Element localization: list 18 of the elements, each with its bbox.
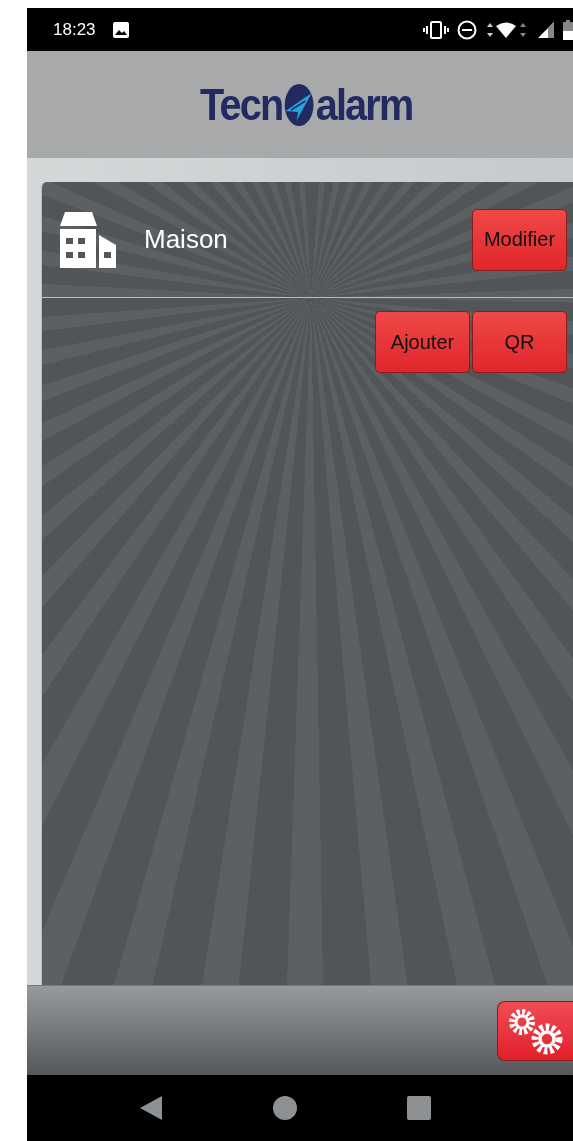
vibrate-icon xyxy=(423,20,449,39)
settings-button[interactable] xyxy=(497,1000,573,1061)
battery-icon xyxy=(563,19,573,40)
clock-time: 18:23 xyxy=(53,19,96,40)
do-not-disturb-icon xyxy=(457,19,477,40)
wifi-icon xyxy=(485,20,529,39)
image-icon xyxy=(111,20,130,39)
site-name: Maison xyxy=(144,224,228,255)
home-icon[interactable] xyxy=(273,1096,297,1120)
house-icon xyxy=(58,211,116,268)
back-icon[interactable] xyxy=(139,1095,163,1121)
edit-button[interactable]: Modifier xyxy=(472,208,567,271)
logo-icon xyxy=(284,82,315,127)
add-button[interactable]: Ajouter xyxy=(375,311,470,373)
logo-text: Tecn xyxy=(200,79,283,130)
logo-text: alarm xyxy=(315,79,413,130)
signal-icon xyxy=(537,20,555,39)
qr-button[interactable]: QR xyxy=(472,311,567,373)
